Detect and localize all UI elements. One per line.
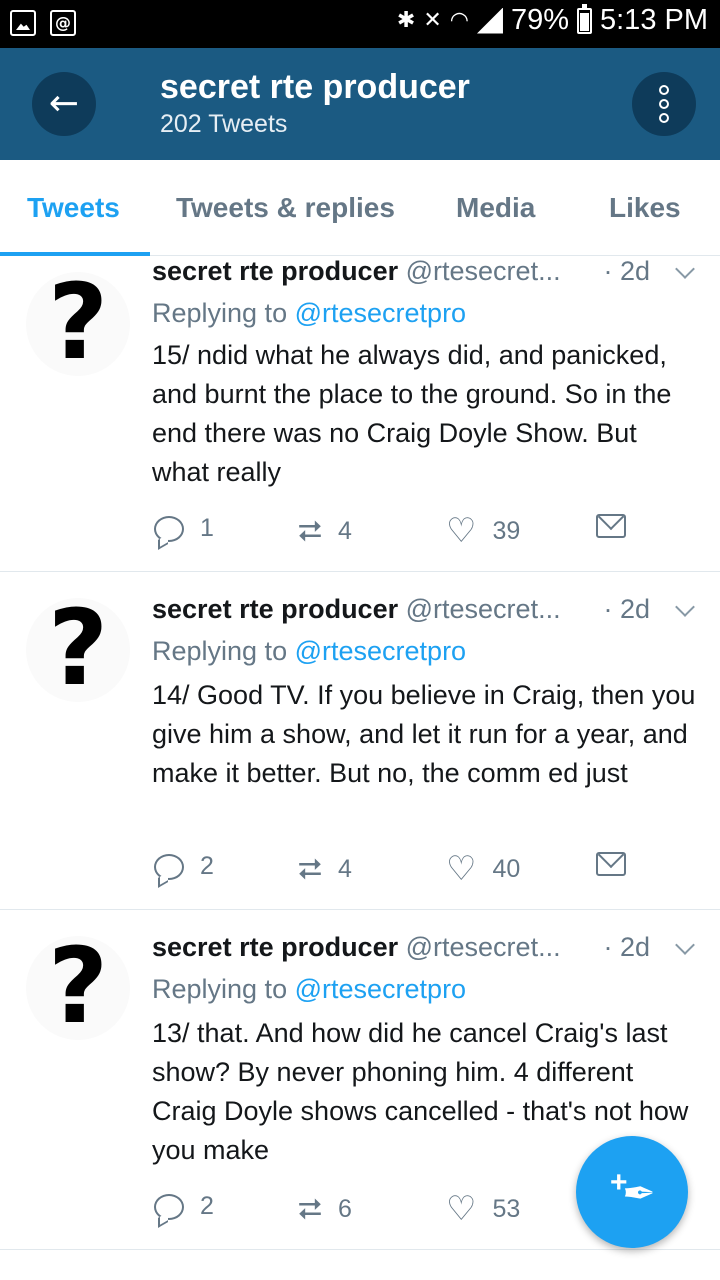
retweet-count: 4 (338, 517, 352, 545)
retweet-button[interactable]: ⮂ 4 (298, 852, 352, 887)
replying-to-link[interactable]: @rtesecretpro (295, 636, 466, 666)
tweet-item[interactable]: ? secret rte producer @rtesecret... · 2d… (0, 572, 720, 910)
retweet-button[interactable]: ⮂ 4 (298, 514, 352, 549)
tab-tweets[interactable]: Tweets (27, 192, 120, 224)
replying-to: Replying to @rtesecretpro (152, 974, 467, 1004)
tweet-text: 14/ Good TV. If you believe in Craig, th… (152, 680, 696, 788)
tweet-author-handle[interactable]: @rtesecret... (406, 256, 561, 286)
signal-icon (476, 7, 503, 34)
reply-button[interactable]: 2 (154, 852, 214, 881)
tweet-time: · 2d (603, 594, 650, 624)
gallery-icon (10, 10, 36, 36)
like-count: 39 (492, 516, 521, 545)
tweet-actions: 1 ⮂ 4 ♡ 39 (152, 514, 632, 550)
reply-icon (154, 853, 184, 880)
avatar[interactable]: ? (26, 596, 130, 702)
like-count: 40 (492, 854, 521, 883)
reply-icon (154, 515, 184, 542)
chevron-down-icon[interactable] (675, 259, 695, 279)
app-bar: ← secret rte producer 202 Tweets (0, 48, 720, 160)
reply-count: 1 (200, 514, 214, 542)
tweet-time: · 2d (603, 932, 650, 962)
tab-tweets-replies[interactable]: Tweets & replies (176, 192, 395, 224)
tweet-actions: 2 ⮂ 4 ♡ 40 (152, 852, 632, 888)
reply-button[interactable]: 1 (154, 514, 214, 543)
avatar[interactable]: ? (26, 934, 130, 1040)
chevron-down-icon[interactable] (675, 935, 695, 955)
tweet-author-handle[interactable]: @rtesecret... (406, 594, 561, 624)
tweet-text: 15/ ndid what he always did, and panicke… (152, 340, 672, 487)
back-button[interactable]: ← (32, 72, 96, 136)
replying-to: Replying to @rtesecretpro (152, 636, 467, 666)
tweet-item[interactable]: ? secret rte producer @rtesecret... · 2d… (0, 256, 720, 572)
tweet-author-name[interactable]: secret rte producer (152, 594, 398, 624)
tweet-time: · 2d (603, 256, 650, 286)
replying-to-link[interactable]: @rtesecretpro (295, 974, 466, 1004)
battery-percent: 79% (510, 4, 569, 36)
direct-message-button[interactable] (596, 852, 626, 876)
envelope-icon (596, 852, 626, 876)
tab-likes[interactable]: Likes (609, 192, 681, 224)
more-options-button[interactable] (632, 72, 696, 136)
replying-to-link[interactable]: @rtesecretpro (295, 298, 466, 328)
tweet-count: 202 Tweets (160, 110, 288, 138)
retweet-icon: ⮂ (298, 852, 322, 887)
more-vertical-icon (659, 85, 669, 123)
direct-message-button[interactable] (596, 514, 626, 538)
retweet-icon: ⮂ (298, 514, 322, 549)
reply-button[interactable]: 2 (154, 1192, 214, 1221)
retweet-count: 4 (338, 855, 352, 883)
reply-count: 2 (200, 852, 214, 880)
tab-media[interactable]: Media (456, 192, 535, 224)
envelope-icon (596, 514, 626, 538)
reply-icon (154, 1193, 184, 1220)
clock: 5:13 PM (600, 4, 708, 36)
arrow-left-icon: ← (48, 83, 80, 124)
battery-icon (577, 3, 592, 34)
retweet-icon: ⮂ (298, 1192, 322, 1227)
chevron-down-icon[interactable] (675, 597, 695, 617)
compose-tweet-button[interactable]: + ✒ (576, 1136, 688, 1248)
heart-icon: ♡ (446, 511, 477, 551)
profile-title: secret rte producer (160, 68, 470, 106)
heart-icon: ♡ (446, 1189, 477, 1229)
bluetooth-icon: ✱ (396, 8, 416, 33)
wifi-icon: ◠ (449, 8, 469, 33)
avatar[interactable]: ? (26, 270, 130, 376)
reply-count: 2 (200, 1192, 214, 1220)
like-button[interactable]: ♡ 40 (446, 852, 520, 886)
tweet-author-name[interactable]: secret rte producer (152, 256, 398, 286)
status-bar: @ ✱ ✕ ◠ 79% 5:13 PM (0, 0, 720, 48)
retweet-count: 6 (338, 1195, 352, 1223)
heart-icon: ♡ (446, 849, 477, 889)
profile-tabs: Tweets Tweets & replies Media Likes (0, 160, 720, 256)
tweet-author-handle[interactable]: @rtesecret... (406, 932, 561, 962)
like-button[interactable]: ♡ 53 (446, 1192, 520, 1226)
email-notification-icon: @ (50, 10, 76, 36)
like-button[interactable]: ♡ 39 (446, 514, 520, 548)
tweet-author-name[interactable]: secret rte producer (152, 932, 398, 962)
retweet-button[interactable]: ⮂ 6 (298, 1192, 352, 1227)
replying-to: Replying to @rtesecretpro (152, 298, 467, 328)
tweet-actions: 2 ⮂ 6 ♡ 53 (152, 1192, 632, 1228)
like-count: 53 (492, 1194, 521, 1223)
mute-icon: ✕ (423, 8, 442, 33)
